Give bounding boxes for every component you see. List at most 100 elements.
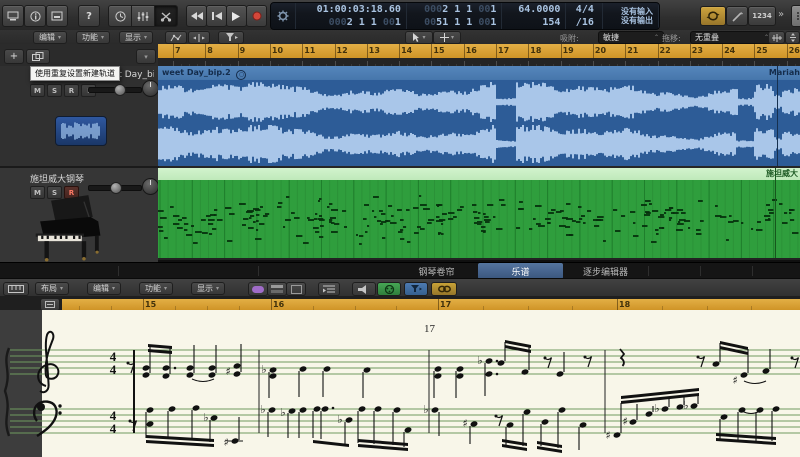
menu-button[interactable]: 编辑▾ — [87, 282, 121, 295]
more-chevrons[interactable]: » — [778, 9, 784, 20]
track-header-piano[interactable]: 施坦威大钢琴 MSR — [0, 168, 159, 264]
cycle-icon[interactable] — [700, 6, 726, 26]
menu-button[interactable]: 显示▾ — [191, 282, 225, 295]
waveform-vzoom-icon[interactable] — [785, 31, 800, 44]
ruler-bar-number: 9 — [240, 46, 246, 55]
svg-text:4: 4 — [110, 421, 117, 436]
back-to-start-button[interactable] — [206, 5, 227, 27]
track-header-toolbar: + ▾ — [0, 44, 158, 67]
track-header-audio[interactable]: Mariah Carey....weet Day_bip MSRI — [0, 66, 159, 168]
control-bar-list-icon[interactable] — [791, 5, 800, 27]
record-button[interactable] — [246, 5, 267, 27]
ruler-bar-number: 14 — [401, 46, 412, 55]
svg-text:♭: ♭ — [683, 399, 688, 412]
svg-text:4: 4 — [110, 362, 117, 377]
ruler-tick — [431, 44, 432, 58]
pan-knob[interactable] — [142, 80, 159, 97]
display-level-icon[interactable] — [318, 282, 340, 296]
lcd-time-cell: 01:00:03:18.60 0002 1 1 001 — [296, 3, 407, 29]
svg-text:♯: ♯ — [605, 429, 610, 442]
ruler-tick — [205, 44, 206, 58]
pan-knob[interactable] — [142, 178, 159, 195]
menu-button[interactable]: 功能▾ — [76, 31, 110, 44]
ruler-tick — [464, 44, 465, 58]
ruler-tick — [367, 44, 368, 58]
svg-text:♭: ♭ — [260, 403, 265, 416]
editor-tab[interactable]: 逐步编辑器 — [563, 263, 648, 279]
ruler-bar-number: 20 — [595, 46, 606, 55]
menu-button[interactable]: 功能▾ — [139, 282, 173, 295]
lcd-position: 0002 1 1 001 — [424, 4, 496, 15]
svg-text:♭: ♭ — [654, 402, 659, 415]
audio-region[interactable]: weet Day_bip.2 ○ Mariah — [158, 66, 800, 166]
midi-in-icon[interactable] — [377, 282, 401, 296]
lcd-display[interactable]: 01:00:03:18.60 0002 1 1 001 0002 1 1 001… — [270, 2, 660, 30]
menu-button[interactable]: 编辑▾ — [33, 31, 67, 44]
smart-controls-icon[interactable] — [46, 5, 68, 27]
score-editor[interactable]: 444417♯♭♭♯♭♯♭♭♭♭♯♯♯♭♭ — [0, 310, 800, 457]
bar-ruler[interactable]: 7891011121314151617181920212223242526 — [158, 44, 800, 66]
editor-tab[interactable]: 乐谱 — [478, 263, 563, 279]
view-mode-linear-icon[interactable] — [267, 282, 287, 296]
volume-slider[interactable] — [88, 185, 142, 191]
ruler-bar-number: 23 — [692, 46, 703, 55]
ruler-tick — [528, 44, 529, 58]
tools-icon[interactable] — [154, 5, 178, 27]
track-r-button[interactable]: R — [64, 84, 79, 97]
add-track-button[interactable]: + — [4, 49, 24, 64]
display-icon[interactable] — [2, 5, 24, 27]
mixer-icon[interactable] — [131, 5, 155, 27]
automation-icon[interactable] — [165, 31, 187, 44]
ruler-tick — [593, 44, 594, 58]
flex-icon[interactable] — [188, 31, 210, 44]
lcd-gear-icon[interactable] — [271, 3, 296, 29]
autopunch-icon[interactable] — [726, 6, 748, 26]
svg-text:♯: ♯ — [223, 436, 228, 449]
track-name[interactable]: 施坦威大钢琴 — [30, 172, 154, 185]
track-m-button[interactable]: M — [30, 84, 45, 97]
ruler-tick — [722, 44, 723, 58]
ruler-tick — [173, 44, 174, 58]
control-bar: ? 01:00:03:18.60 0002 1 1 001 0002 1 1 0… — [0, 0, 800, 31]
count-in-button[interactable]: 1234 — [748, 6, 776, 26]
view-mode-page-icon[interactable] — [286, 282, 306, 296]
crosshair-tool-button[interactable]: ▾ — [433, 31, 461, 44]
menu-button[interactable]: 显示▾ — [119, 31, 153, 44]
metronome-icon[interactable] — [108, 5, 132, 27]
catch-filter-icon[interactable] — [404, 282, 428, 296]
ruler-tick — [625, 44, 626, 58]
pointer-tool-button[interactable]: ▾ — [405, 31, 433, 44]
svg-text:♯: ♯ — [622, 415, 627, 428]
view-mode-selected-icon[interactable] — [248, 282, 268, 296]
ruler-tick — [561, 44, 562, 58]
volume-slider[interactable] — [88, 87, 142, 93]
duplicate-track-button[interactable] — [26, 49, 50, 64]
help-icon[interactable]: ? — [78, 5, 100, 27]
rewind-button[interactable] — [186, 5, 207, 27]
play-button[interactable] — [226, 5, 247, 27]
lcd-locator: 0051 1 1 001 — [424, 17, 496, 28]
editor-tab[interactable]: 钢琴卷帘 — [395, 263, 478, 279]
midi-out-icon[interactable] — [352, 282, 376, 296]
link-icon[interactable] — [431, 282, 457, 296]
svg-text:♯: ♯ — [462, 417, 467, 430]
midi-region[interactable]: 施坦威大 — [158, 168, 800, 262]
filter-icon[interactable] — [218, 31, 244, 44]
snap-select[interactable]: 敏捷⌃ — [598, 31, 664, 44]
track-header-options-icon[interactable]: ▾ — [136, 49, 156, 64]
drag-select[interactable]: 无重叠⌃ — [690, 31, 774, 44]
score-ruler[interactable]: 15161718 — [0, 296, 800, 310]
svg-text:♭: ♭ — [203, 411, 208, 424]
ruler-bar-number: 11 — [304, 46, 315, 55]
track-s-button[interactable]: S — [47, 84, 62, 97]
editor-keyboard-icon[interactable] — [3, 282, 29, 296]
info-icon[interactable] — [24, 5, 46, 27]
editor-tab-bar: 钢琴卷帘乐谱逐步编辑器 — [0, 262, 800, 279]
lcd-division: /16 — [576, 17, 594, 28]
lcd-io-cell: 没有输入 没有输出 — [603, 3, 659, 29]
new-track-tooltip: 使用重复设置新建轨道 — [30, 66, 120, 81]
lcd-time-subposition: 0002 1 1 001 — [329, 17, 401, 28]
ruler-bar-number: 21 — [627, 46, 638, 55]
waveform-hzoom-icon[interactable] — [768, 31, 785, 44]
menu-button[interactable]: 布局▾ — [35, 282, 69, 295]
